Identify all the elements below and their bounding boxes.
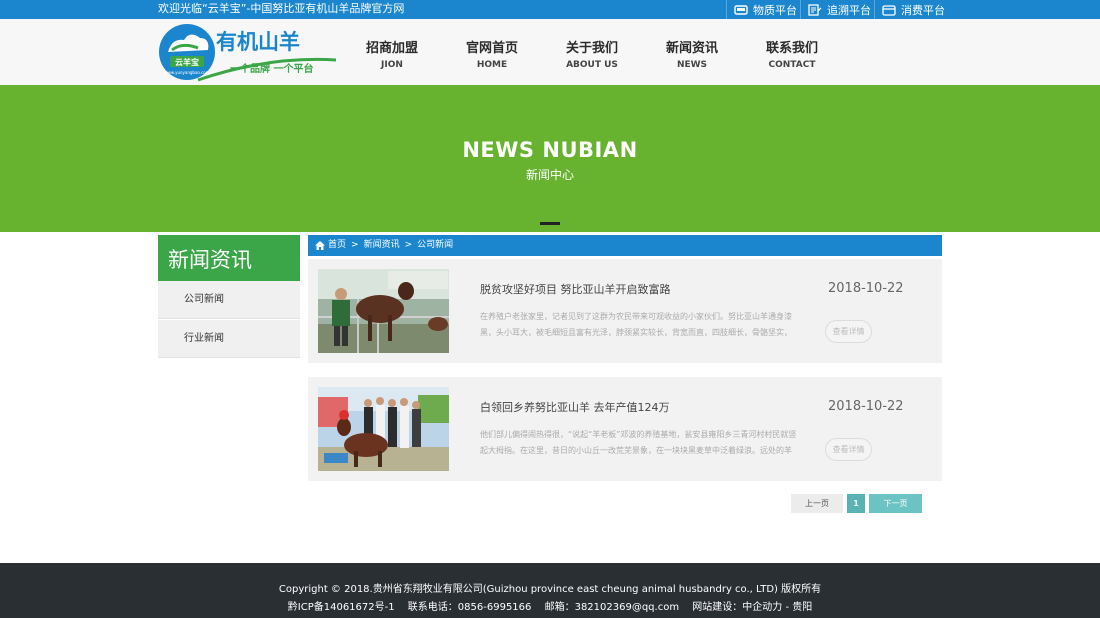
breadcrumb-current[interactable]: 公司新闻 <box>417 235 453 256</box>
breadcrumb-separator: > <box>404 240 413 250</box>
sidebar-item-company-news[interactable]: 公司新闻 <box>158 281 300 319</box>
top-bar: 欢迎光临“云羊宝”-中国努比亚有机山羊品牌官方网 物质平台 追溯平台 消费平台 <box>0 0 1100 19</box>
home-icon <box>315 241 325 250</box>
nav-label-cn: 招商加盟 <box>365 41 418 56</box>
news-date: 2018-10-22 <box>828 399 904 414</box>
logo-brand-text: 有机山羊 <box>216 30 300 54</box>
footer-email: 邮箱：382102369@qq.com <box>544 602 680 613</box>
platform-link-materials[interactable]: 物质平台 <box>726 0 797 19</box>
prev-page-button[interactable]: 上一页 <box>791 494 843 513</box>
platform-link-trace[interactable]: 追溯平台 <box>800 0 871 19</box>
nav-label-cn: 新闻资讯 <box>665 41 718 56</box>
news-thumbnail[interactable] <box>318 387 449 471</box>
nav-contact[interactable]: 联系我们 CONTACT <box>747 41 837 71</box>
news-card[interactable]: 白领回乡养努比亚山羊 去年产值124万 2018-10-22 他们部儿偏得闹热得… <box>308 377 942 481</box>
breadcrumb: 首页 > 新闻资讯 > 公司新闻 <box>308 235 942 256</box>
footer-icp[interactable]: 黔ICP备14061672号-1 <box>288 602 395 613</box>
nav-news[interactable]: 新闻资讯 NEWS <box>647 41 737 71</box>
news-summary: 在养殖户老张家里，记者见到了这群为农民带来可观收益的小家伙们。努比亚山羊通身漆黑… <box>480 312 792 337</box>
trace-icon <box>808 3 822 16</box>
sidebar-heading: 新闻资讯 <box>158 235 300 281</box>
news-summary: 他们部儿偏得闹热得很，“说起“羊老板”邓波的养殖基地，瓮安县雍阳乡三青河村村民就… <box>480 430 797 455</box>
banner-indicator <box>540 222 560 225</box>
page-number-current[interactable]: 1 <box>847 494 865 513</box>
footer-info: 黔ICP备14061672号-1 联系电话：0856-6995166 邮箱：38… <box>0 598 1100 613</box>
nav-label-cn: 官网首页 <box>465 41 518 56</box>
footer-builder[interactable]: 网站建设：中企动力 - 贵阳 <box>692 602 812 613</box>
sidebar-item-industry-news[interactable]: 行业新闻 <box>158 320 300 358</box>
platform-label: 物质平台 <box>753 3 797 17</box>
nav-label-en: CONTACT <box>768 60 816 70</box>
nav-about[interactable]: 关于我们 ABOUT US <box>547 41 637 71</box>
nav-label-cn: 关于我们 <box>565 41 618 56</box>
page-banner: NEWS NUBIAN 新闻中心 <box>0 85 1100 232</box>
site-footer: Copyright © 2018.贵州省东翔牧业有限公司(Guizhou pro… <box>0 563 1100 618</box>
cart-icon <box>734 4 748 15</box>
logo-graphic: 云羊宝 www.yunyangbao.com 有机山羊 一个品牌 一个平台 <box>159 24 337 82</box>
nav-jion[interactable]: 招商加盟 JION <box>347 41 437 71</box>
nav-label-en: HOME <box>476 60 508 70</box>
nav-label-en: NEWS <box>676 60 708 70</box>
footer-phone: 联系电话：0856-6995166 <box>407 602 532 613</box>
view-details-button[interactable]: 查看详情 <box>825 320 872 343</box>
logo-url-text: www.yunyangbao.com <box>164 70 209 75</box>
news-title[interactable]: 脱贫攻坚好项目 努比亚山羊开启致富路 <box>480 281 671 297</box>
logo-badge-text: 云羊宝 <box>175 57 199 67</box>
nav-label-cn: 联系我们 <box>765 41 818 56</box>
platform-link-consume[interactable]: 消费平台 <box>874 0 945 19</box>
nav-home[interactable]: 官网首页 HOME <box>447 41 537 71</box>
breadcrumb-news[interactable]: 新闻资讯 <box>364 235 400 256</box>
news-card[interactable]: 脱贫攻坚好项目 努比亚山羊开启致富路 2018-10-22 在养殖户老张家里，记… <box>308 259 942 363</box>
view-details-button[interactable]: 查看详情 <box>825 438 872 461</box>
footer-copyright: Copyright © 2018.贵州省东翔牧业有限公司(Guizhou pro… <box>278 584 822 595</box>
logo-slogan-text: 一个品牌 一个平台 <box>230 62 313 75</box>
banner-subtitle: 新闻中心 <box>525 168 574 182</box>
wallet-icon <box>882 4 896 16</box>
next-page-button[interactable]: 下一页 <box>869 494 922 513</box>
news-title[interactable]: 白领回乡养努比亚山羊 去年产值124万 <box>480 399 670 415</box>
site-header: 云羊宝 www.yunyangbao.com 有机山羊 一个品牌 一个平台 招商… <box>0 19 1100 85</box>
breadcrumb-home[interactable]: 首页 <box>328 235 346 256</box>
banner-title: NEWS NUBIAN <box>462 138 638 162</box>
nav-label-en: ABOUT US <box>566 60 618 70</box>
news-thumbnail[interactable] <box>318 269 449 353</box>
site-logo[interactable]: 云羊宝 www.yunyangbao.com 有机山羊 一个品牌 一个平台 <box>158 22 348 84</box>
nav-label-en: JION <box>381 60 403 70</box>
platform-label: 追溯平台 <box>827 3 871 17</box>
platform-label: 消费平台 <box>901 3 945 17</box>
breadcrumb-separator: > <box>351 240 359 250</box>
welcome-text: 欢迎光临“云羊宝”-中国努比亚有机山羊品牌官方网 <box>158 2 405 15</box>
news-date: 2018-10-22 <box>828 281 904 296</box>
